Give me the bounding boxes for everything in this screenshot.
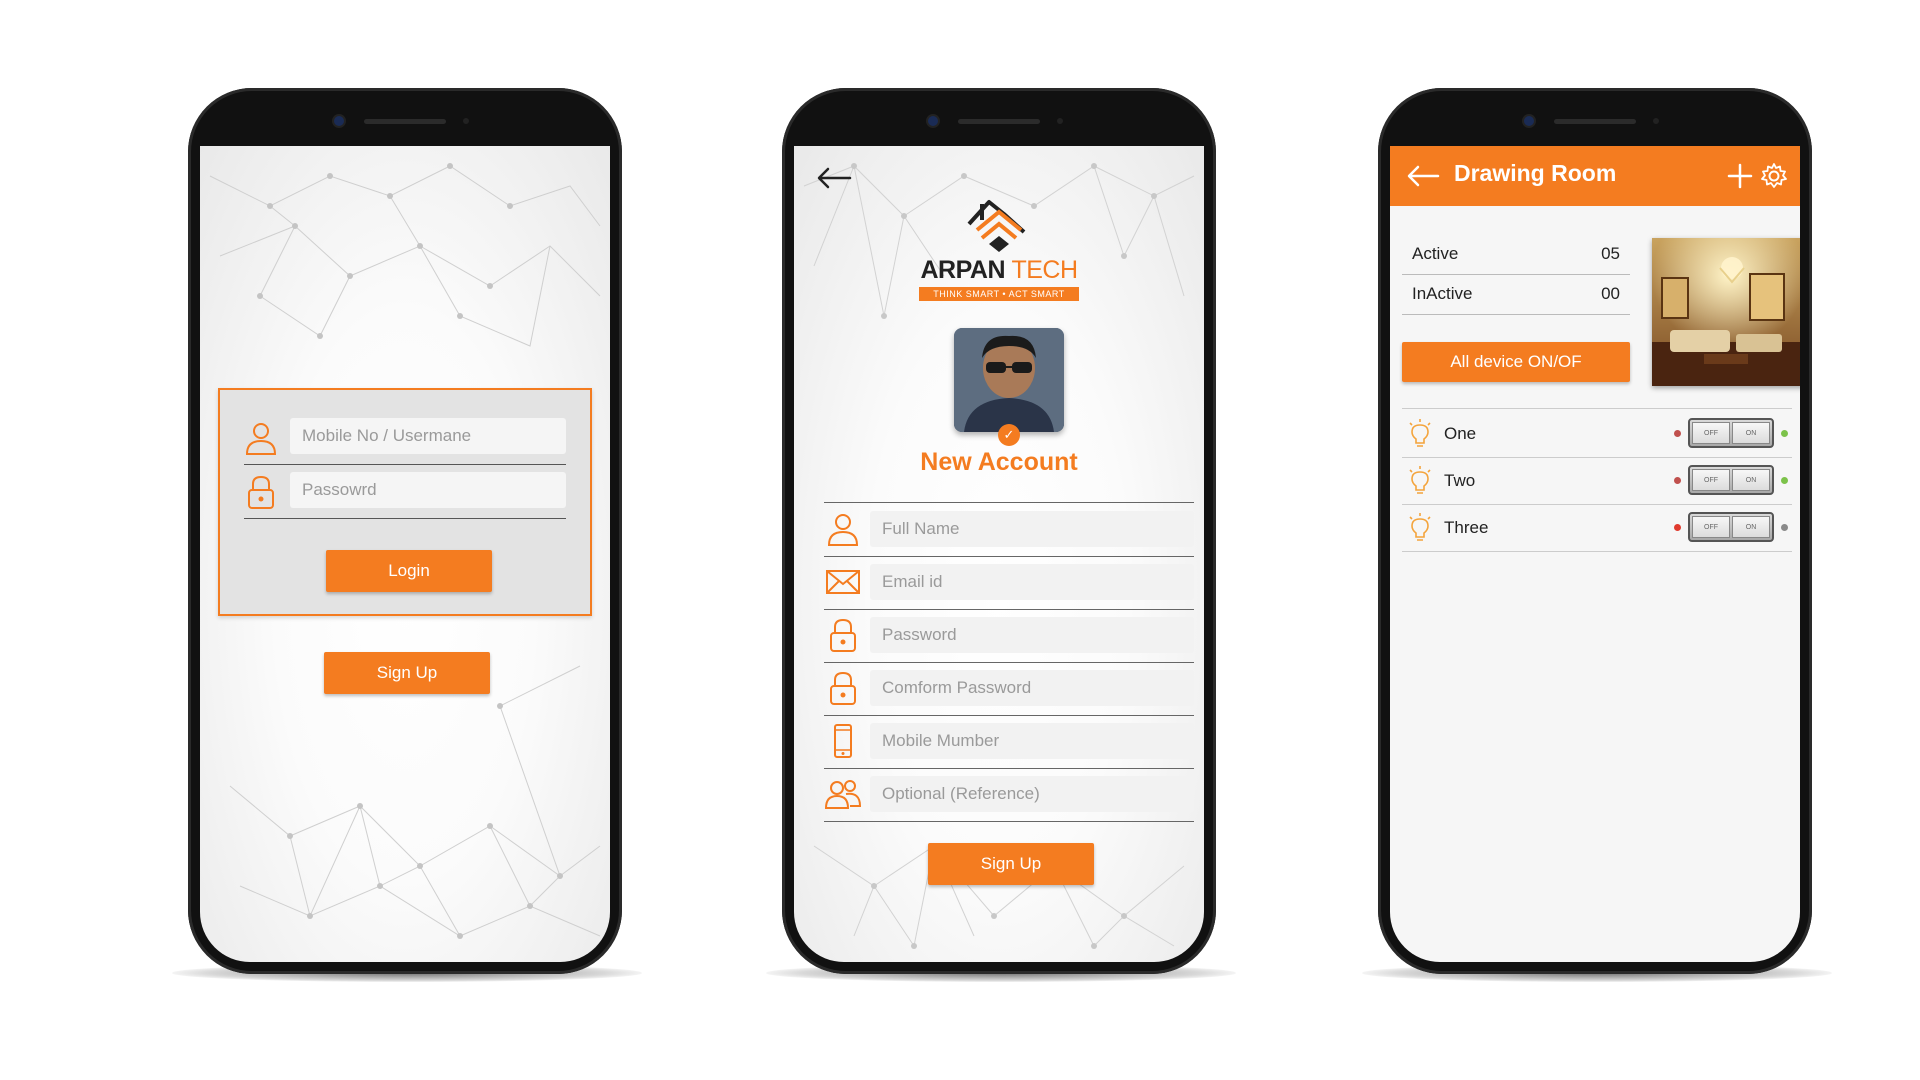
mobile-row: Mobile Mumber [824, 715, 1194, 769]
signup-screen: ARPAN TECH THINK SMART • ACT SMART ✓ New… [794, 146, 1204, 962]
arpan-tech-logo [967, 200, 1026, 252]
active-count: 05 [1601, 244, 1620, 263]
signup-submit-button[interactable]: Sign Up [928, 843, 1094, 885]
email-row: Email id [824, 556, 1194, 610]
switch-on-label: ON [1732, 422, 1770, 444]
switch-on-label: ON [1732, 469, 1770, 491]
login-button[interactable]: Login [326, 550, 492, 592]
lock-icon [248, 475, 274, 509]
brand-name-part1: ARPAN [920, 256, 1006, 284]
devices-divider [1402, 408, 1792, 409]
earpiece-speaker [1554, 119, 1636, 124]
status-led-right [1781, 430, 1788, 437]
confirm-password-input[interactable]: Comform Password [870, 670, 1194, 706]
login-screen: Mobile No / Usermane Passowrd Login Sign… [200, 146, 610, 962]
status-led-left [1674, 477, 1681, 484]
device-name: One [1444, 424, 1477, 443]
front-camera [1524, 116, 1534, 126]
room-photo [1652, 238, 1800, 386]
active-stat: Active 05 [1402, 236, 1630, 275]
device-row-three: Three OFF ON [1402, 504, 1792, 552]
active-label: Active [1412, 244, 1459, 263]
proximity-sensor [1653, 118, 1659, 124]
phone-room: Drawing Room Active 05 InActive 00 All d… [1378, 88, 1812, 974]
room-title: Drawing Room [1454, 160, 1617, 186]
settings-gear-icon[interactable] [1760, 162, 1788, 190]
switch-off-label: OFF [1692, 422, 1730, 444]
page-title: New Account [920, 448, 1078, 476]
proximity-sensor [463, 118, 469, 124]
password-input[interactable]: Passowrd [290, 472, 566, 508]
phone-icon [834, 724, 852, 758]
room-screen: Drawing Room Active 05 InActive 00 All d… [1390, 146, 1800, 962]
status-led-right [1781, 524, 1788, 531]
status-led-left [1674, 524, 1681, 531]
phone-login: Mobile No / Usermane Passowrd Login Sign… [188, 88, 622, 974]
back-arrow-icon[interactable] [1406, 164, 1440, 188]
status-led-left [1674, 430, 1681, 437]
device-row-one: One OFF ON [1402, 410, 1792, 458]
earpiece-speaker [364, 119, 446, 124]
confirm-password-row: Comform Password [824, 662, 1194, 716]
device-switch[interactable]: OFF ON [1688, 512, 1774, 542]
brand-name-part2: TECH [1011, 256, 1078, 284]
add-icon[interactable] [1726, 162, 1754, 190]
back-arrow-icon[interactable] [816, 166, 852, 190]
inactive-label: InActive [1412, 284, 1473, 303]
password-row: Password [824, 609, 1194, 663]
front-camera [334, 116, 344, 126]
lock-icon [830, 671, 856, 705]
switch-off-label: OFF [1692, 469, 1730, 491]
app-bar: Drawing Room [1390, 146, 1800, 206]
inactive-stat: InActive 00 [1402, 276, 1630, 315]
switch-off-label: OFF [1692, 516, 1730, 538]
username-row: Mobile No / Usermane [244, 412, 566, 465]
device-switch[interactable]: OFF ON [1688, 465, 1774, 495]
mail-icon [826, 570, 860, 594]
bulb-icon [1409, 513, 1431, 541]
front-camera [928, 116, 938, 126]
inactive-count: 00 [1601, 284, 1620, 303]
reference-row: Optional (Reference) [824, 768, 1194, 822]
all-devices-toggle-button[interactable]: All device ON/OF [1402, 342, 1630, 382]
reference-input[interactable]: Optional (Reference) [870, 776, 1194, 812]
bulb-icon [1409, 419, 1431, 447]
verified-check-icon: ✓ [998, 424, 1020, 446]
device-row-two: Two OFF ON [1402, 457, 1792, 505]
avatar-photo [954, 328, 1064, 432]
password-input[interactable]: Password [870, 617, 1194, 653]
user-icon [245, 423, 277, 455]
phone-signup: ARPAN TECH THINK SMART • ACT SMART ✓ New… [782, 88, 1216, 974]
full-name-row: Full Name [824, 503, 1194, 557]
device-name: Two [1444, 471, 1476, 490]
profile-avatar[interactable] [954, 328, 1064, 432]
signup-button[interactable]: Sign Up [324, 652, 490, 694]
lock-icon [830, 618, 856, 652]
earpiece-speaker [958, 119, 1040, 124]
users-icon [824, 780, 862, 809]
brand-tagline: THINK SMART • ACT SMART [919, 287, 1079, 301]
mobile-input[interactable]: Mobile Mumber [870, 723, 1194, 759]
full-name-input[interactable]: Full Name [870, 511, 1194, 547]
status-led-right [1781, 477, 1788, 484]
user-icon [827, 514, 859, 546]
device-name: Three [1444, 518, 1489, 537]
password-row: Passowrd [244, 466, 566, 519]
brand-name: ARPAN TECH [914, 256, 1084, 285]
proximity-sensor [1057, 118, 1063, 124]
switch-on-label: ON [1732, 516, 1770, 538]
device-switch[interactable]: OFF ON [1688, 418, 1774, 448]
bulb-icon [1409, 466, 1431, 494]
login-card: Mobile No / Usermane Passowrd Login [218, 388, 592, 616]
email-input[interactable]: Email id [870, 564, 1194, 600]
username-input[interactable]: Mobile No / Usermane [290, 418, 566, 454]
room-photo-image [1652, 238, 1800, 386]
